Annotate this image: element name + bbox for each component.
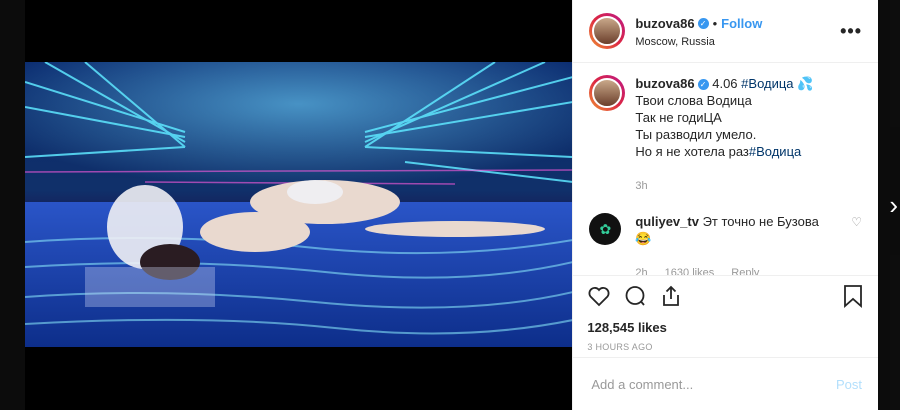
verified-badge-icon: ✓ [697,79,709,91]
comment-likes[interactable]: 1630 likes [665,267,715,275]
caption-time[interactable]: 3h [635,178,813,195]
commenter-username[interactable]: quliyev_tv [635,214,699,229]
follow-button[interactable]: Follow [721,16,762,31]
comments-list[interactable]: buzova86 ✓ 4.06 #Водица 💦 Твои слова Води… [589,75,862,275]
like-heart-icon[interactable] [587,284,611,313]
caption-line: Ты разводил умело. [635,127,757,142]
next-post-chevron-icon[interactable]: › [889,190,898,221]
comment-emoji: 😂 [635,231,652,246]
post-comment-button[interactable]: Post [836,377,862,392]
caption-hashtag[interactable]: #Водица [741,76,793,91]
commenter-avatar[interactable]: ✿ [589,213,622,245]
post-location[interactable]: Moscow, Russia [635,36,840,48]
like-comment-heart-icon[interactable]: ♡ [851,215,862,275]
save-bookmark-icon[interactable] [842,284,864,313]
share-icon[interactable] [659,284,683,313]
post-actions: 128,545 likes 3 HOURS AGO [573,275,878,352]
add-comment-bar: Post [573,357,878,410]
post-modal: buzova86 ✓ • Follow Moscow, Russia ••• buzo… [25,0,878,410]
author-avatar[interactable] [589,13,626,49]
more-options-icon[interactable]: ••• [840,21,862,42]
reply-button[interactable]: Reply [731,267,759,275]
droplet-emoji: 💦 [797,76,814,91]
comment-item: ✿ quliyev_tv Эт точно не Бузова 😂 2h 163… [589,213,862,275]
caption-end-hashtag[interactable]: #Водица [749,144,801,159]
caption-line: Твои слова Водица [635,93,752,108]
caption-avatar[interactable] [589,75,626,111]
verified-badge-icon: ✓ [697,17,709,29]
separator-dot: • [712,15,718,31]
comment-text: Эт точно не Бузова [702,214,819,229]
caption-line: Но я не хотела раз [635,144,749,159]
post-media[interactable] [25,0,573,410]
post-photo [25,62,573,347]
caption-username[interactable]: buzova86 [635,76,694,91]
likes-count[interactable]: 128,545 likes [587,320,864,335]
caption-date: 4.06 [712,76,738,91]
author-username[interactable]: buzova86 [635,16,694,31]
post-sidebar: buzova86 ✓ • Follow Moscow, Russia ••• buzo… [572,0,878,410]
comment-bubble-icon[interactable] [623,284,647,313]
add-comment-input[interactable] [589,375,836,393]
caption-line: Так не годиЦА [635,110,722,125]
post-header: buzova86 ✓ • Follow Moscow, Russia ••• [573,0,878,63]
caption: buzova86 ✓ 4.06 #Водица 💦 Твои слова Води… [589,75,862,195]
posted-time[interactable]: 3 HOURS AGO [587,342,864,352]
comment-time[interactable]: 2h [635,267,647,275]
